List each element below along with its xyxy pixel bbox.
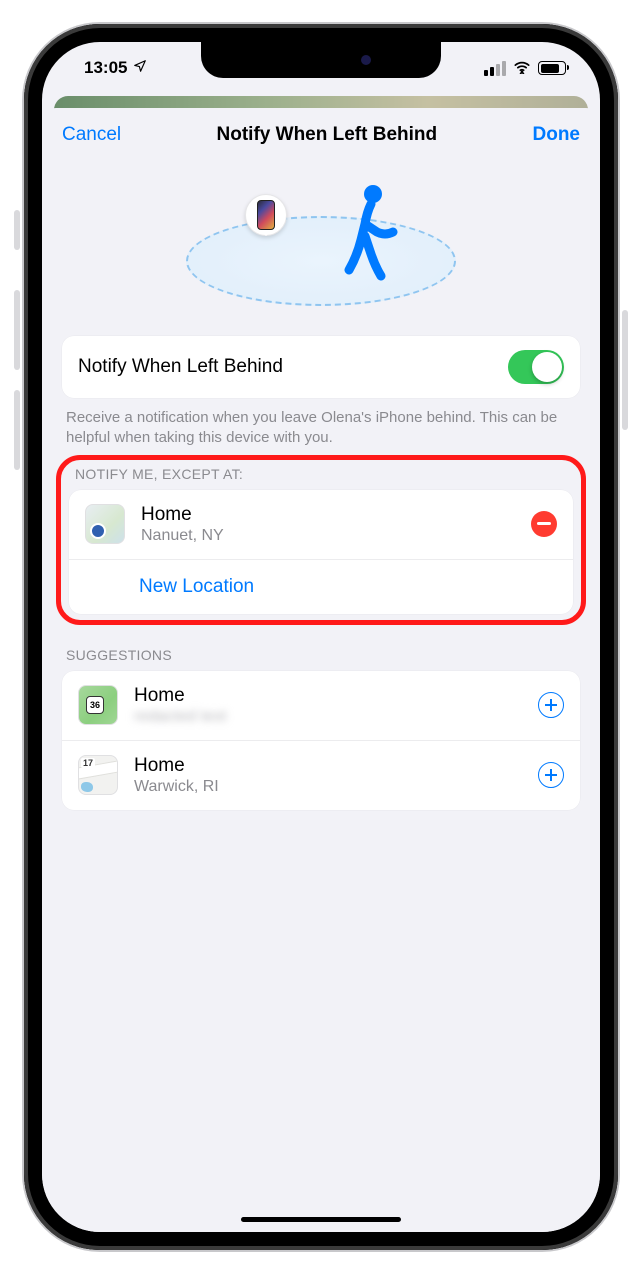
nav-bar: Cancel Notify When Left Behind Done [42,108,600,156]
except-location-row[interactable]: Home Nanuet, NY [69,490,573,560]
status-time: 13:05 [84,58,127,78]
suggestion-text: Home Warwick, RI [134,755,522,796]
suggestion-row[interactable]: 36 Home redacted text [62,671,580,741]
except-location-title: Home [141,504,515,526]
map-thumbnail-icon: 17 [78,755,118,795]
cellular-signal-icon [484,61,506,76]
except-location-text: Home Nanuet, NY [141,504,515,545]
except-section-highlight: Notify Me, Except At: Home Nanuet, NY Ne… [56,455,586,625]
add-location-button[interactable] [538,692,564,718]
mute-switch [14,210,20,250]
modal-sheet: Cancel Notify When Left Behind Done [42,108,600,1232]
location-arrow-icon [133,58,147,78]
suggestion-title: Home [134,685,522,707]
screen: 13:05 Cancel [42,42,600,1232]
volume-up-button [14,290,20,370]
notch [201,42,441,78]
notify-toggle-switch[interactable] [508,350,564,384]
suggestions-card: 36 Home redacted text 17 [62,671,580,810]
suggestion-text: Home redacted text [134,685,522,726]
remove-location-button[interactable] [531,511,557,537]
cancel-button[interactable]: Cancel [62,124,121,146]
device-pin-icon [245,194,287,236]
suggestion-subtitle-redacted: redacted text [134,708,522,726]
done-button[interactable]: Done [533,124,581,146]
new-location-button[interactable]: New Location [69,560,573,614]
suggestion-title: Home [134,755,522,777]
device-frame: 13:05 Cancel [0,0,642,1274]
home-indicator[interactable] [241,1217,401,1222]
notify-toggle-card: Notify When Left Behind [62,336,580,398]
notify-description: Receive a notification when you leave Ol… [42,398,600,455]
page-title: Notify When Left Behind [217,124,438,146]
notify-toggle-label: Notify When Left Behind [78,356,283,378]
walking-person-icon [331,182,401,287]
notify-toggle-row[interactable]: Notify When Left Behind [62,336,580,398]
calendar-badge-icon: 36 [86,696,104,714]
device-bezel: 13:05 Cancel [24,24,618,1250]
except-card: Home Nanuet, NY New Location [69,490,573,614]
suggestions-header: Suggestions [42,625,600,671]
power-button [622,310,628,430]
geofence-ellipse-icon [186,216,456,306]
except-header: Notify Me, Except At: [61,462,581,490]
wifi-icon [512,58,532,79]
suggestion-subtitle: Warwick, RI [134,778,522,796]
map-thumbnail-icon [85,504,125,544]
route-badge-icon: 17 [81,758,95,768]
add-location-button[interactable] [538,762,564,788]
battery-icon [538,61,566,75]
suggestion-row[interactable]: 17 Home Warwick, RI [62,741,580,810]
volume-down-button [14,390,20,470]
illustration [62,162,580,322]
except-location-subtitle: Nanuet, NY [141,527,515,545]
map-thumbnail-icon: 36 [78,685,118,725]
